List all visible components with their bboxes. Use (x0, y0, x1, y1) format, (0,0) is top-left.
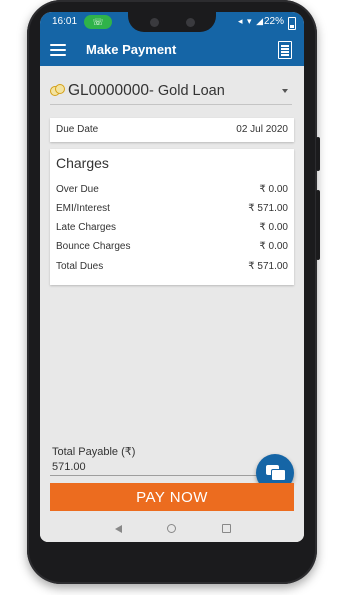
phone-icon: ☏ (84, 15, 112, 29)
charge-label: Over Due (56, 184, 99, 195)
charge-row-total-dues: Total Dues ₹ 571.00 (56, 261, 288, 275)
camera-icon (186, 18, 195, 27)
total-payable-underline (50, 475, 264, 476)
charge-value: ₹ 0.00 (259, 222, 288, 233)
charge-value: ₹ 571.00 (248, 203, 288, 214)
back-icon[interactable] (115, 525, 122, 533)
loan-selector[interactable]: GL0000000- Gold Loan (50, 78, 292, 105)
total-payable-label: Total Payable (₹) (52, 446, 136, 458)
chat-icon (271, 469, 286, 481)
charge-value: ₹ 0.00 (259, 184, 288, 195)
status-bar: 16:01 ☏ ◂ ▾ ◢ 22% (40, 12, 304, 34)
camera-icon (150, 18, 159, 27)
volume-button (316, 190, 320, 260)
app-bar: Make Payment (40, 34, 304, 66)
charge-value: ₹ 571.00 (248, 261, 288, 272)
charges-title: Charges (56, 155, 109, 171)
charge-row-late-charges: Late Charges ₹ 0.00 (56, 222, 288, 236)
due-date-label: Due Date (56, 124, 99, 135)
signal-icons: ◂ ▾ ◢ (238, 16, 264, 26)
charge-row-over-due: Over Due ₹ 0.00 (56, 184, 288, 198)
home-icon[interactable] (167, 524, 176, 533)
coins-icon (50, 84, 66, 96)
charge-row-emi-interest: EMI/Interest ₹ 571.00 (56, 203, 288, 217)
camera-notch (128, 12, 216, 32)
charge-label: Bounce Charges (56, 241, 131, 252)
hamburger-icon[interactable] (50, 44, 66, 56)
loan-selector-text: GL0000000- Gold Loan (68, 82, 225, 100)
page-title: Make Payment (86, 42, 177, 57)
charge-row-bounce-charges: Bounce Charges ₹ 0.00 (56, 241, 288, 255)
document-icon[interactable] (278, 41, 292, 59)
due-date-value: 02 Jul 2020 (236, 124, 288, 135)
loan-number: GL0000000 (68, 82, 150, 99)
power-button (316, 137, 320, 171)
recents-icon[interactable] (222, 524, 231, 533)
status-time: 16:01 (52, 16, 78, 27)
dropdown-caret-icon[interactable] (282, 89, 288, 93)
loan-type: - Gold Loan (149, 83, 225, 99)
charges-card: Charges Over Due ₹ 0.00 EMI/Interest ₹ 5… (50, 149, 294, 285)
charge-label: Total Dues (56, 261, 104, 272)
charge-label: Late Charges (56, 222, 117, 233)
charge-value: ₹ 0.00 (259, 241, 288, 252)
system-nav-bar (40, 517, 304, 542)
screen: 16:01 ☏ ◂ ▾ ◢ 22% Make Payment GL0000000… (40, 12, 304, 542)
total-payable-input[interactable]: 571.00 (52, 461, 86, 473)
charge-label: EMI/Interest (56, 203, 110, 214)
battery-icon (288, 17, 296, 30)
pay-now-button[interactable]: PAY NOW (50, 483, 294, 511)
due-date-card: Due Date 02 Jul 2020 (50, 118, 294, 142)
battery-percent: 22% (263, 16, 284, 27)
